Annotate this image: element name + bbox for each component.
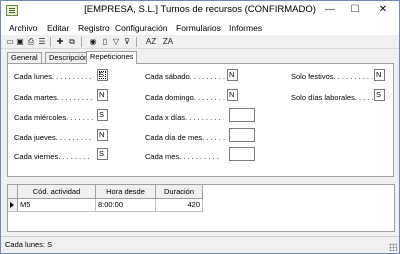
- column-header-duracion[interactable]: Duración: [156, 185, 203, 199]
- field-festivos[interactable]: N: [374, 69, 385, 81]
- save-icon[interactable]: ▣: [15, 37, 25, 47]
- field-domingo[interactable]: N: [227, 89, 238, 101]
- tab-general[interactable]: General: [7, 52, 42, 63]
- minimize-button[interactable]: —: [319, 3, 341, 18]
- filter-clear-icon[interactable]: ⊽: [122, 37, 132, 47]
- add-icon[interactable]: ✚: [55, 37, 65, 47]
- label-martes: Cada martes. . . . . . . . .: [14, 93, 93, 102]
- field-laborales[interactable]: S: [374, 89, 385, 101]
- field-mes[interactable]: [229, 147, 255, 161]
- close-button[interactable]: ✕: [369, 3, 397, 18]
- field-dia-mes[interactable]: [229, 128, 255, 142]
- menu-editar[interactable]: Editar: [47, 23, 69, 33]
- label-jueves: Cada jueves. . . . . . . . .: [14, 133, 92, 142]
- label-domingo: Cada domingo. . . . . . . .: [145, 93, 226, 102]
- status-text: Cada lunes: S: [5, 240, 53, 249]
- field-jueves[interactable]: N: [97, 129, 108, 141]
- menu-archivo[interactable]: Archivo: [9, 23, 37, 33]
- field-sabado[interactable]: N: [227, 69, 238, 81]
- field-lunes[interactable]: S: [97, 69, 108, 81]
- list-icon[interactable]: ☰: [37, 37, 47, 47]
- export-icon[interactable]: ▯: [100, 37, 110, 47]
- label-lunes: Cada lunes. . . . . . . . . .: [14, 72, 92, 81]
- field-x-dias[interactable]: [229, 108, 255, 122]
- row-indicator-icon: [8, 199, 18, 212]
- field-martes[interactable]: N: [97, 89, 108, 101]
- label-viernes: Cada viernes. . . . . . . .: [14, 152, 90, 161]
- toolbar-separator: [50, 37, 51, 47]
- menu-bar: Archivo Editar Registro Configuración Fo…: [1, 21, 399, 35]
- view-icon[interactable]: ◉: [88, 37, 98, 47]
- copy-icon[interactable]: ⧉: [67, 37, 77, 47]
- grid-corner: [8, 185, 18, 199]
- tab-repeticiones[interactable]: Repeticiones: [86, 51, 138, 64]
- label-laborales: Solo días laborales. . . . . . .: [291, 93, 382, 102]
- sort-ascending-icon[interactable]: AZ: [144, 37, 158, 47]
- column-header-cod-actividad[interactable]: Cód. actividad: [18, 185, 96, 199]
- field-miercoles[interactable]: S: [97, 109, 108, 121]
- grid-header: Cód. actividad Hora desde Duración: [8, 185, 394, 199]
- column-header-hora-desde[interactable]: Hora desde: [96, 185, 156, 199]
- menu-formularios[interactable]: Formularios: [176, 23, 221, 33]
- label-sabado: Cada sábado. . . . . . . . .: [145, 72, 226, 81]
- toolbar: ▭ ▣ ⎙ ☰ ✚ ⧉ ◉ ▯ ▽ ⊽ AZ ZA: [1, 35, 399, 49]
- filter-icon[interactable]: ▽: [111, 37, 121, 47]
- title-bar: [EMPRESA, S.L.] Turnos de recursos (CONF…: [1, 1, 399, 21]
- label-festivos: Solo festivos. . . . . . . . . . .: [291, 72, 378, 81]
- toolbar-separator: [81, 37, 82, 47]
- maximize-button[interactable]: ☐: [344, 3, 366, 18]
- table-row[interactable]: M5 8:00:00 420: [8, 199, 394, 212]
- app-window: [EMPRESA, S.L.] Turnos de recursos (CONF…: [0, 0, 400, 254]
- new-record-icon[interactable]: ▭: [5, 37, 15, 47]
- menu-registro[interactable]: Registro: [78, 23, 110, 33]
- cell-hora-desde[interactable]: 8:00:00: [96, 199, 156, 212]
- label-x-dias: Cada x días. . . . . . . . .: [145, 113, 221, 122]
- menu-configuracion[interactable]: Configuración: [115, 23, 167, 33]
- field-viernes[interactable]: S: [97, 148, 108, 160]
- label-dia-mes: Cada día de mes. . . . . .: [145, 133, 226, 142]
- sort-descending-icon[interactable]: ZA: [161, 37, 175, 47]
- label-mes: Cada mes. . . . . . . . . .: [145, 152, 219, 161]
- resize-grip-icon[interactable]: [389, 243, 397, 251]
- toolbar-separator: [136, 37, 137, 47]
- cell-duracion[interactable]: 420: [156, 199, 203, 212]
- status-bar: Cada lunes: S: [1, 236, 399, 253]
- label-miercoles: Cada miércoles. . . . . . .: [14, 113, 94, 122]
- cell-cod-actividad[interactable]: M5: [18, 199, 96, 212]
- activities-grid: Cód. actividad Hora desde Duración M5 8:…: [7, 184, 395, 232]
- menu-informes[interactable]: Informes: [229, 23, 262, 33]
- print-icon[interactable]: ⎙: [26, 37, 36, 47]
- repeticiones-panel: Cada lunes. . . . . . . . . . S Cada mar…: [7, 63, 394, 177]
